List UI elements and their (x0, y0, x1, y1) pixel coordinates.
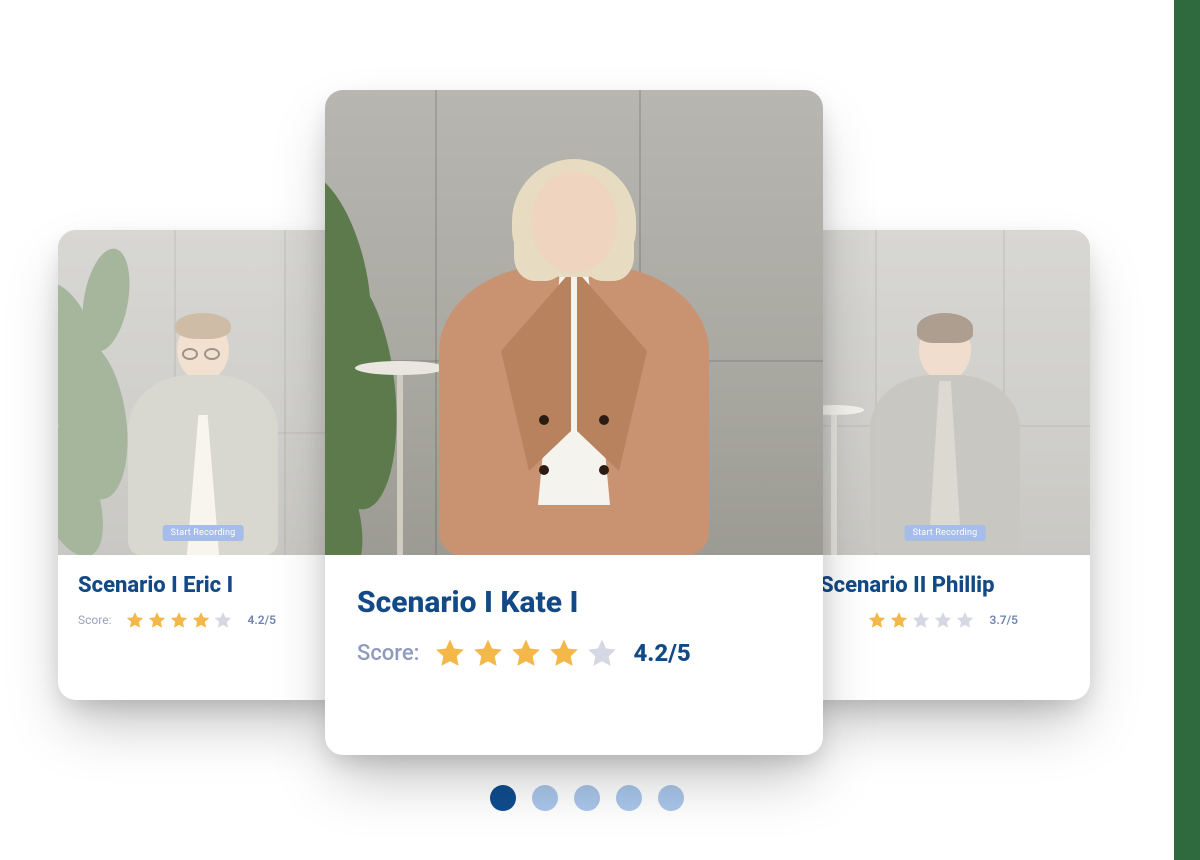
scenario-card-kate[interactable]: Scenario I Kate I Score: 4.2/5 (325, 90, 823, 755)
carousel-pagination (0, 785, 1174, 811)
scenario-card-phillip[interactable]: Start Recording Scenario II Phillip Scor… (800, 230, 1090, 700)
scenario-thumbnail (325, 90, 823, 555)
carousel-dot[interactable] (616, 785, 642, 811)
star-rating (433, 636, 619, 670)
star-icon (191, 610, 211, 630)
star-icon (933, 610, 953, 630)
star-icon (585, 636, 619, 670)
carousel-dot[interactable] (574, 785, 600, 811)
star-icon (147, 610, 167, 630)
star-icon (889, 610, 909, 630)
star-rating (867, 610, 975, 630)
star-icon (911, 610, 931, 630)
scenario-carousel: Start Recording Scenario I Eric I Score:… (0, 45, 1174, 785)
score-value: 4.2/5 (247, 613, 276, 627)
scenario-title: Scenario I Eric I (78, 573, 328, 598)
star-icon (955, 610, 975, 630)
start-recording-badge[interactable]: Start Recording (905, 525, 986, 541)
score-row: Score: 4.2/5 (78, 610, 328, 630)
score-label: Score: (357, 641, 419, 666)
star-icon (213, 610, 233, 630)
scenario-title: Scenario I Kate I (357, 585, 791, 620)
star-icon (509, 636, 543, 670)
scenario-thumbnail: Start Recording (58, 230, 348, 555)
score-value: 4.2/5 (633, 639, 690, 667)
carousel-dot[interactable] (532, 785, 558, 811)
carousel-dot[interactable] (490, 785, 516, 811)
score-label: Score: (78, 613, 111, 627)
star-icon (471, 636, 505, 670)
score-row: Score: 4.2/5 (357, 636, 791, 670)
scenario-card-eric[interactable]: Start Recording Scenario I Eric I Score:… (58, 230, 348, 700)
star-rating (125, 610, 233, 630)
star-icon (169, 610, 189, 630)
score-value: 3.7/5 (989, 613, 1018, 627)
star-icon (433, 636, 467, 670)
star-icon (547, 636, 581, 670)
star-icon (867, 610, 887, 630)
scenario-title: Scenario II Phillip (820, 573, 1070, 598)
scenario-thumbnail: Start Recording (800, 230, 1090, 555)
carousel-dot[interactable] (658, 785, 684, 811)
score-row: Score: 3.7/5 (820, 610, 1070, 630)
start-recording-badge[interactable]: Start Recording (163, 525, 244, 541)
side-accent-strip (1174, 0, 1200, 860)
star-icon (125, 610, 145, 630)
